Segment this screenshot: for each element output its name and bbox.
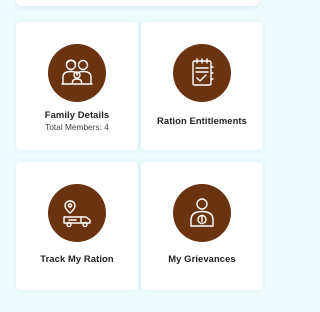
- grievance-person-icon: [173, 184, 231, 242]
- my-grievances-tile[interactable]: My Grievances: [141, 162, 263, 290]
- tile-label: Ration Entitlements: [157, 115, 247, 126]
- tile-label: My Grievances: [168, 253, 236, 264]
- previous-card-edge: [16, 0, 260, 6]
- family-details-tile[interactable]: Family Details Total Members: 4: [16, 22, 138, 150]
- dashboard-grid: Family Details Total Members: 4 Ration E…: [10, 22, 268, 312]
- family-icon: [48, 44, 106, 102]
- track-my-ration-tile[interactable]: Track My Ration: [16, 162, 138, 290]
- tile-label: Family Details: [44, 109, 110, 120]
- total-members-text: Total Members: 4: [45, 122, 109, 132]
- delivery-truck-icon: [48, 184, 106, 242]
- checklist-icon: [173, 44, 231, 102]
- ration-entitlements-tile[interactable]: Ration Entitlements: [141, 22, 263, 150]
- tile-label: Track My Ration: [40, 253, 114, 264]
